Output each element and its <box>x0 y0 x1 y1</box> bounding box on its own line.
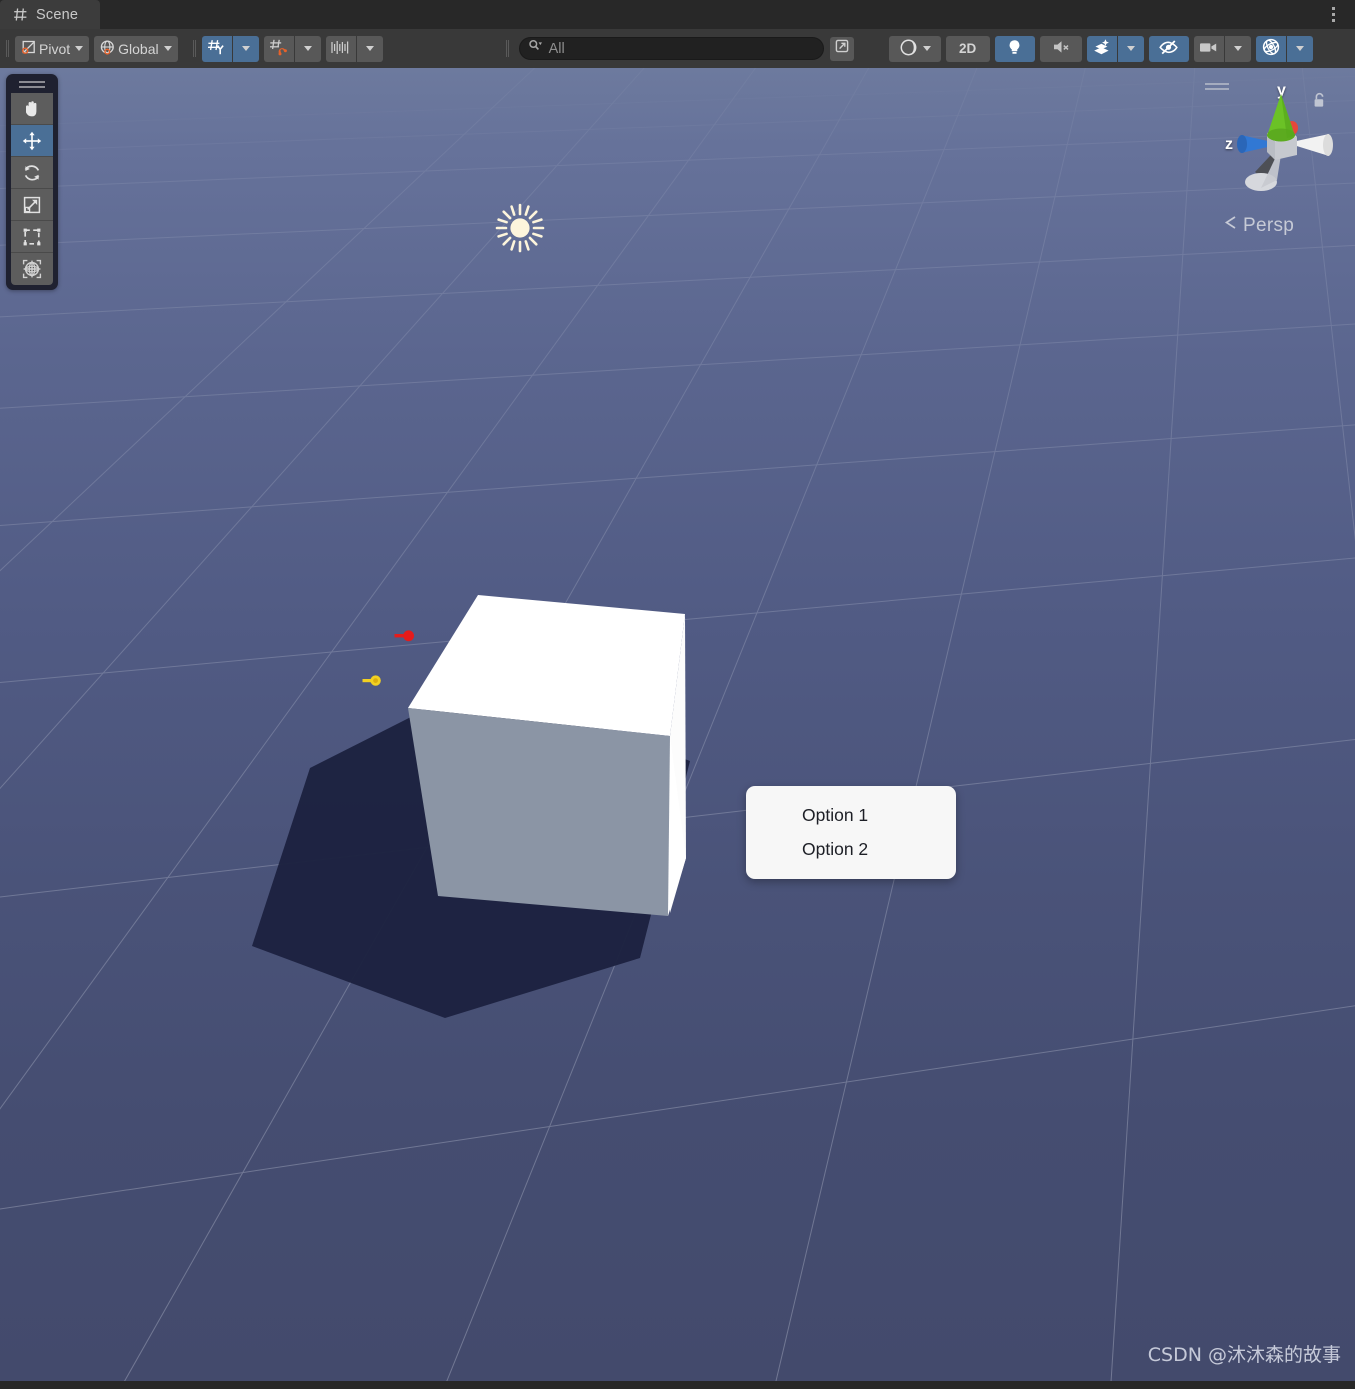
unity-editor-window: Scene Pivot <box>0 0 1355 1389</box>
point-light-gizmo[interactable] <box>362 670 386 697</box>
chevron-down-icon <box>1127 46 1135 51</box>
scene-viewport[interactable]: y z <box>0 68 1355 1381</box>
scene-camera-toggle[interactable] <box>1194 36 1224 62</box>
view-2d-label: 2D <box>959 41 976 56</box>
lightbulb-icon <box>1005 38 1024 60</box>
fx-sparkle-icon <box>1092 38 1112 60</box>
view-2d-toggle[interactable]: 2D <box>946 36 990 62</box>
hidden-objects-toggle[interactable] <box>1149 36 1189 62</box>
tool-palette <box>6 74 58 290</box>
search-placeholder: All <box>549 41 565 57</box>
shading-mode-dropdown[interactable] <box>889 36 941 62</box>
pivot-label: Pivot <box>39 41 70 57</box>
grid-hash-icon <box>13 7 28 22</box>
hand-pan-tool[interactable] <box>11 93 53 125</box>
chevron-left-icon <box>1223 214 1239 237</box>
chevron-down-icon <box>1296 46 1304 51</box>
handle-space-label: Global <box>118 41 158 57</box>
tab-bar: Scene <box>0 0 1355 29</box>
grid-visibility-toggle[interactable] <box>202 36 232 62</box>
cube-front-face <box>408 708 670 916</box>
gizmo-globe-icon <box>1261 37 1281 60</box>
gizmos-toggle[interactable] <box>1256 36 1286 62</box>
camera-icon <box>1198 40 1219 58</box>
chevron-down-icon <box>75 46 83 51</box>
scale-tool[interactable] <box>11 189 53 221</box>
tab-label: Scene <box>36 7 78 23</box>
search-group: All <box>500 37 854 61</box>
watermark: CSDN @沐沐森的故事 <box>1148 1340 1341 1367</box>
open-in-new-icon <box>834 38 850 59</box>
chevron-down-icon <box>242 46 250 51</box>
snap-increment-toggle[interactable] <box>326 36 356 62</box>
scene-view-gizmo[interactable]: y z <box>1197 76 1337 241</box>
scene-toolbar: Pivot Global <box>0 29 1355 68</box>
chevron-down-icon <box>164 46 172 51</box>
grid-visibility-dropdown[interactable] <box>233 36 259 62</box>
tab-scene[interactable]: Scene <box>0 0 100 29</box>
view-options-group: 2D <box>889 36 1313 62</box>
move-tool[interactable] <box>11 125 53 157</box>
gizmo-axis-y <box>1267 94 1295 142</box>
menu-item-option-2[interactable]: Option 2 <box>746 833 956 867</box>
menu-item-option-1[interactable]: Option 1 <box>746 799 956 833</box>
chevron-down-icon <box>304 46 312 51</box>
status-bar <box>0 1381 1355 1389</box>
pivot-mode-dropdown[interactable]: Pivot <box>15 36 89 62</box>
drag-handle-icon[interactable] <box>19 79 45 89</box>
context-dropdown-menu: Option 1 Option 2 <box>746 786 956 879</box>
search-input[interactable]: All <box>519 37 824 60</box>
scene-effects-toggle[interactable] <box>1087 36 1117 62</box>
search-open-button[interactable] <box>830 37 854 61</box>
snap-magnet-icon <box>269 38 288 60</box>
projection-label: Persp <box>1243 215 1294 237</box>
more-options-icon[interactable] <box>1324 4 1342 25</box>
eye-slash-icon <box>1158 38 1179 59</box>
toolbar-divider <box>506 40 509 57</box>
rect-transform-tool[interactable] <box>11 221 53 253</box>
toolbar-divider <box>193 40 196 57</box>
projection-mode[interactable]: Persp <box>1223 214 1294 237</box>
chevron-down-icon <box>1234 46 1242 51</box>
scene-lighting-toggle[interactable] <box>995 36 1035 62</box>
handle-space-dropdown[interactable]: Global <box>94 36 177 62</box>
grid-increment-icon <box>330 39 352 59</box>
chevron-down-icon <box>923 46 931 51</box>
pivot-icon <box>20 39 37 59</box>
snap-increment-dropdown[interactable] <box>357 36 383 62</box>
rotate-tool[interactable] <box>11 157 53 189</box>
audio-mute-icon <box>1051 38 1071 59</box>
transform-tool[interactable] <box>11 253 53 285</box>
globe-icon <box>99 39 116 59</box>
camera-gizmo[interactable] <box>530 611 574 650</box>
shaded-sphere-icon <box>899 38 918 60</box>
grid-axis-y-icon <box>207 38 226 60</box>
scene-camera-dropdown[interactable] <box>1225 36 1251 62</box>
gizmos-dropdown[interactable] <box>1287 36 1313 62</box>
scene-audio-toggle[interactable] <box>1040 36 1082 62</box>
search-dropdown-icon[interactable] <box>528 39 543 58</box>
scene-effects-dropdown[interactable] <box>1118 36 1144 62</box>
snap-magnet-dropdown[interactable] <box>295 36 321 62</box>
toolbar-divider <box>6 40 9 57</box>
snap-magnet-toggle[interactable] <box>264 36 294 62</box>
directional-light-gizmo[interactable] <box>493 201 547 255</box>
chevron-down-icon <box>366 46 374 51</box>
audio-source-gizmo[interactable] <box>394 625 418 652</box>
